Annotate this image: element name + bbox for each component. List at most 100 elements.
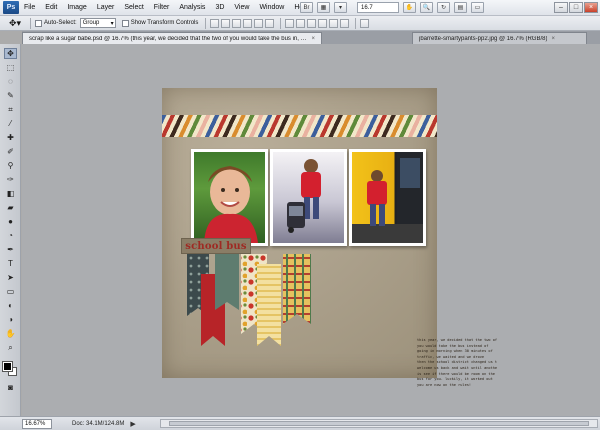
- photo-image: [352, 152, 423, 243]
- menu-window[interactable]: Window: [254, 4, 289, 11]
- menu-analysis[interactable]: Analysis: [174, 4, 210, 11]
- marquee-tool-icon[interactable]: ⬚: [4, 62, 17, 73]
- title-label-tag[interactable]: school bus: [181, 238, 251, 254]
- distribute-middle-icon[interactable]: [296, 18, 306, 28]
- quick-mask-icon[interactable]: ◙: [4, 382, 17, 393]
- dodge-tool-icon[interactable]: ◔: [4, 230, 17, 241]
- photo-boy-with-backpack[interactable]: [270, 149, 347, 246]
- hand-view-button[interactable]: ✋: [403, 2, 416, 13]
- close-tab-icon[interactable]: ×: [551, 36, 555, 42]
- crop-tool-icon[interactable]: ⌗: [4, 104, 17, 115]
- show-transform-checkbox[interactable]: [121, 19, 129, 27]
- lasso-tool-icon[interactable]: ◌: [4, 76, 17, 87]
- bridge-button[interactable]: Br: [300, 2, 313, 13]
- close-tab-icon[interactable]: ×: [311, 36, 315, 42]
- menu-filter[interactable]: Filter: [149, 4, 175, 11]
- application-bar: Br ▦ ▾ 16.7 ✋ 🔍 ↻ ▤ ▭: [300, 2, 484, 13]
- 3d-orbit-tool-icon[interactable]: ◑: [4, 314, 17, 325]
- foreground-color-swatch[interactable]: [2, 361, 13, 372]
- pen-tool-icon[interactable]: ✒: [4, 244, 17, 255]
- boy-walking-illustration: [287, 159, 321, 233]
- quick-selection-tool-icon[interactable]: ✎: [4, 90, 17, 101]
- menu-view[interactable]: View: [229, 4, 254, 11]
- status-menu-arrow-icon[interactable]: ▶: [130, 420, 135, 428]
- arrange-documents-button[interactable]: ▤: [454, 2, 467, 13]
- horizontal-scrollbar[interactable]: [160, 419, 598, 428]
- menu-3d[interactable]: 3D: [210, 4, 229, 11]
- close-button[interactable]: ×: [584, 2, 598, 13]
- menu-image[interactable]: Image: [62, 4, 91, 11]
- menu-file[interactable]: File: [19, 4, 40, 11]
- mini-bridge-button[interactable]: ▦: [317, 2, 330, 13]
- status-bar: 16.67% Doc: 34.1M/124.8M ▶: [0, 416, 600, 430]
- auto-select-checkbox[interactable]: [35, 19, 42, 27]
- distribute-bottom-icon[interactable]: [307, 18, 317, 28]
- boy-portrait-illustration: [204, 166, 258, 243]
- photo-boy-boarding-bus[interactable]: [349, 149, 426, 246]
- gradient-tool-icon[interactable]: ▰: [4, 202, 17, 213]
- align-center-icon[interactable]: [254, 18, 264, 28]
- eyedropper-tool-icon[interactable]: ⁄: [4, 118, 17, 129]
- chevron-down-icon: ▾: [110, 20, 114, 27]
- distribute-center-icon[interactable]: [329, 18, 339, 28]
- journal-line: welcome us back and wait until another: [417, 365, 497, 370]
- options-bar: ✥▾ Auto-Select: Group ▾ Show Transform C…: [0, 16, 600, 31]
- hand-tool-icon[interactable]: ✋: [4, 328, 17, 339]
- pennant-flag: [257, 264, 281, 346]
- zoom-level-field[interactable]: 16.7: [357, 2, 399, 13]
- journal-text-block[interactable]: this year, we decided that the two of yo…: [417, 338, 497, 413]
- options-divider: [205, 17, 207, 29]
- eraser-tool-icon[interactable]: ◧: [4, 188, 17, 199]
- distribute-top-icon[interactable]: [285, 18, 295, 28]
- options-divider: [355, 17, 357, 29]
- align-left-icon[interactable]: [243, 18, 253, 28]
- history-brush-tool-icon[interactable]: ✑: [4, 174, 17, 185]
- scrapbook-page[interactable]: this year, we decided that the two of yo…: [162, 88, 497, 387]
- path-selection-tool-icon[interactable]: ➤: [4, 272, 17, 283]
- align-bottom-icon[interactable]: [232, 18, 242, 28]
- photo-boy-portrait[interactable]: [191, 149, 268, 246]
- screen-mode-button[interactable]: ▭: [471, 2, 484, 13]
- view-extras-button[interactable]: ▾: [334, 2, 347, 13]
- document-tab-bar: scrap like a sugar babe.psd @ 16.7% (thi…: [22, 31, 600, 44]
- maximize-button[interactable]: □: [569, 2, 583, 13]
- distribute-left-icon[interactable]: [318, 18, 328, 28]
- tab-scrap-like-a-sugar-babe[interactable]: scrap like a sugar babe.psd @ 16.7% (thi…: [22, 32, 322, 44]
- show-transform-label: Show Transform Controls: [130, 20, 199, 26]
- tab-label: scrap like a sugar babe.psd @ 16.7% (thi…: [29, 35, 308, 42]
- options-divider: [280, 17, 282, 29]
- move-tool-preset-icon[interactable]: ✥▾: [4, 17, 26, 29]
- clone-stamp-tool-icon[interactable]: ⚲: [4, 160, 17, 171]
- menu-select[interactable]: Select: [119, 4, 148, 11]
- school-bus-illustration: [352, 152, 423, 243]
- zoom-view-button[interactable]: 🔍: [420, 2, 433, 13]
- window-controls: – □ ×: [554, 2, 598, 13]
- pennant-flag: [283, 254, 311, 324]
- page-title: school bus: [185, 240, 247, 252]
- zoom-tool-icon[interactable]: ⌕: [4, 342, 17, 353]
- rotate-view-button[interactable]: ↻: [437, 2, 450, 13]
- spot-healing-tool-icon[interactable]: ✚: [4, 132, 17, 143]
- align-middle-icon[interactable]: [221, 18, 231, 28]
- auto-select-dropdown[interactable]: Group ▾: [79, 18, 116, 28]
- align-right-icon[interactable]: [265, 18, 275, 28]
- auto-align-icon[interactable]: [360, 18, 370, 28]
- striped-ribbon: [162, 115, 437, 137]
- scrollbar-thumb[interactable]: [169, 421, 589, 426]
- status-zoom-field[interactable]: 16.67%: [22, 418, 52, 429]
- minimize-button[interactable]: –: [554, 2, 568, 13]
- journal-line: bus for you. luckily, it worked out: [417, 377, 493, 382]
- distribute-right-icon[interactable]: [340, 18, 350, 28]
- menu-layer[interactable]: Layer: [92, 4, 120, 11]
- shape-tool-icon[interactable]: ▭: [4, 286, 17, 297]
- type-tool-icon[interactable]: T: [4, 258, 17, 269]
- tab-jbarrette-smartypants[interactable]: jbarrette-smartypants-pp2.jpg @ 16.7% (R…: [412, 32, 587, 44]
- menu-edit[interactable]: Edit: [40, 4, 62, 11]
- align-top-icon[interactable]: [210, 18, 220, 28]
- blur-tool-icon[interactable]: ●: [4, 216, 17, 227]
- options-divider: [30, 17, 31, 29]
- photo-image: [194, 152, 265, 243]
- brush-tool-icon[interactable]: ✐: [4, 146, 17, 157]
- 3d-rotate-tool-icon[interactable]: ◐: [4, 300, 17, 311]
- move-tool-icon[interactable]: ✥: [4, 48, 17, 59]
